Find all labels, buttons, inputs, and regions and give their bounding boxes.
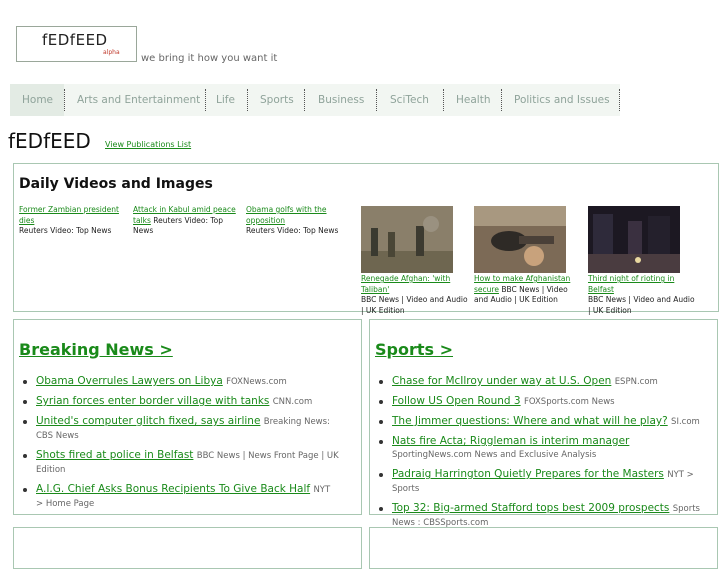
- list-item: Shots fired at police in Belfast BBC New…: [19, 449, 339, 477]
- list-item: Nats fire Acta; Riggleman is interim man…: [375, 435, 700, 462]
- list-item: Syrian forces enter border village with …: [19, 395, 339, 409]
- video-source: Reuters Video: Top News: [246, 226, 339, 235]
- list-item: Top 32: Big-armed Stafford tops best 200…: [375, 502, 700, 530]
- news-source: SI.com: [671, 417, 700, 427]
- news-link[interactable]: Padraig Harrington Quietly Prepares for …: [392, 468, 664, 480]
- list-item: United's computer glitch fixed, says air…: [19, 415, 339, 443]
- nav-health[interactable]: Health: [456, 84, 490, 116]
- sports-heading[interactable]: Sports >: [375, 340, 453, 359]
- news-link[interactable]: A.I.G. Chief Asks Bonus Recipients To Gi…: [36, 483, 310, 495]
- news-link[interactable]: United's computer glitch fixed, says air…: [36, 415, 260, 427]
- news-link[interactable]: Nats fire Acta; Riggleman is interim man…: [392, 435, 629, 447]
- list-item: Padraig Harrington Quietly Prepares for …: [375, 468, 700, 496]
- view-publications-link[interactable]: View Publications List: [105, 140, 191, 149]
- news-link[interactable]: Obama Overrules Lawyers on Libya: [36, 375, 223, 387]
- next-right-panel: [369, 527, 718, 569]
- video-thumbnail-afghanistan[interactable]: [474, 206, 566, 273]
- image-link[interactable]: Third night of rioting in Belfast: [588, 274, 674, 294]
- breaking-news-heading[interactable]: Breaking News >: [19, 340, 173, 359]
- nav-separator: [619, 89, 620, 111]
- image-item: Third night of rioting in Belfast BBC Ne…: [588, 274, 698, 316]
- news-link[interactable]: Syrian forces enter border village with …: [36, 395, 269, 407]
- news-link[interactable]: Top 32: Big-armed Stafford tops best 200…: [392, 502, 669, 514]
- video-thumbnail-belfast[interactable]: [588, 206, 680, 273]
- image-item: Renegade Afghan: 'with Taliban' BBC News…: [361, 274, 471, 316]
- sports-panel: Sports > Chase for McIlroy under way at …: [369, 319, 718, 528]
- video-item: Attack in Kabul amid peace talks Reuters…: [133, 205, 245, 237]
- videos-panel: Daily Videos and Images Former Zambian p…: [13, 163, 719, 315]
- logo-text: fEDfEED: [42, 31, 108, 49]
- news-link[interactable]: Follow US Open Round 3: [392, 395, 521, 407]
- image-source: BBC News | Video and Audio | UK Edition: [361, 295, 468, 315]
- next-left-panel: [13, 527, 362, 569]
- video-item: Obama golfs with the opposition Reuters …: [246, 205, 362, 237]
- nav-separator: [501, 89, 502, 111]
- nav-arts-and-entertainment[interactable]: Arts and Entertainment: [77, 84, 200, 116]
- nav-sports[interactable]: Sports: [260, 84, 294, 116]
- nav-separator: [304, 89, 305, 111]
- video-source: Reuters Video: Top News: [19, 226, 112, 235]
- page-title: fEDfEED: [8, 129, 91, 153]
- nav-separator: [64, 89, 65, 111]
- nav-politics-and-issues[interactable]: Politics and Issues: [514, 84, 610, 116]
- video-link[interactable]: Obama golfs with the opposition: [246, 205, 327, 225]
- videos-heading: Daily Videos and Images: [19, 176, 213, 192]
- news-source: FOXNews.com: [226, 377, 287, 387]
- list-item: Follow US Open Round 3 FOXSports.com New…: [375, 395, 700, 409]
- news-link[interactable]: Shots fired at police in Belfast: [36, 449, 193, 461]
- tagline: we bring it how you want it: [141, 53, 278, 64]
- breaking-news-panel: Breaking News > Obama Overrules Lawyers …: [13, 319, 362, 515]
- nav-life[interactable]: Life: [216, 84, 235, 116]
- logo-alpha-badge: alpha: [103, 49, 120, 56]
- nav-business[interactable]: Business: [318, 84, 364, 116]
- nav-scitech[interactable]: SciTech: [390, 84, 429, 116]
- list-item: Obama Overrules Lawyers on Libya FOXNews…: [19, 375, 339, 389]
- news-source: CNN.com: [272, 397, 313, 407]
- sports-news-list: Chase for McIlroy under way at U.S. Open…: [375, 375, 700, 536]
- news-source: ESPN.com: [614, 377, 658, 387]
- list-item: The Jimmer questions: Where and what wil…: [375, 415, 700, 429]
- video-item: Former Zambian president dies Reuters Vi…: [19, 205, 131, 237]
- image-source: BBC News | Video and Audio | UK Edition: [588, 295, 695, 315]
- news-source: SportingNews.com News and Exclusive Anal…: [392, 450, 597, 460]
- news-source: FOXSports.com News: [523, 397, 615, 407]
- nav-separator: [205, 89, 206, 111]
- nav-home[interactable]: Home: [10, 84, 64, 116]
- news-link[interactable]: Chase for McIlroy under way at U.S. Open: [392, 375, 611, 387]
- image-link[interactable]: Renegade Afghan: 'with Taliban': [361, 274, 450, 294]
- breaking-news-list: Obama Overrules Lawyers on Libya FOXNews…: [19, 375, 339, 517]
- image-item: How to make Afghanistan secure BBC News …: [474, 274, 584, 306]
- list-item: Chase for McIlroy under way at U.S. Open…: [375, 375, 700, 389]
- nav-separator: [376, 89, 377, 111]
- list-item: A.I.G. Chief Asks Bonus Recipients To Gi…: [19, 483, 339, 511]
- nav-separator: [247, 89, 248, 111]
- site-logo[interactable]: fEDfEED alpha: [16, 26, 137, 62]
- video-thumbnail-renegade[interactable]: [361, 206, 453, 273]
- nav-separator: [443, 89, 444, 111]
- video-link[interactable]: Former Zambian president dies: [19, 205, 119, 225]
- news-link[interactable]: The Jimmer questions: Where and what wil…: [392, 415, 668, 427]
- main-nav: Home Arts and Entertainment Life Sports …: [10, 84, 620, 116]
